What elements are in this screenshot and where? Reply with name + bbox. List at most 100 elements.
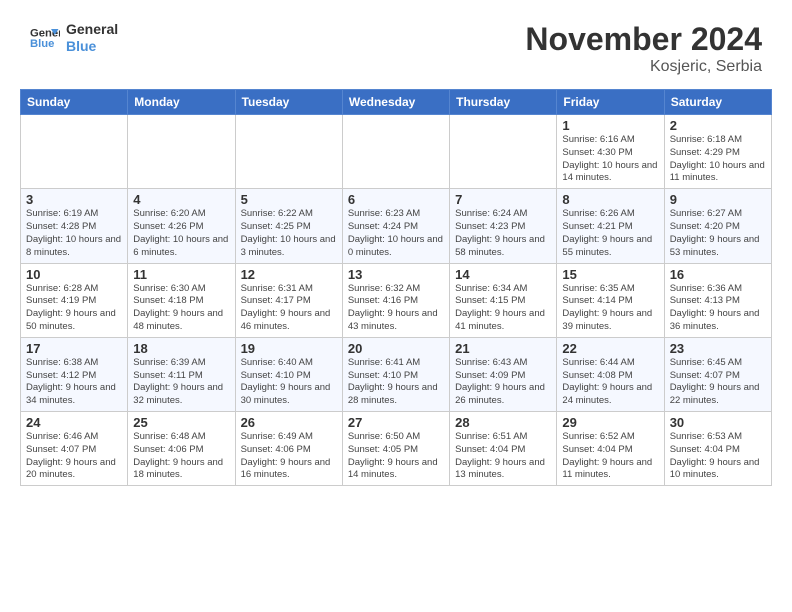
calendar-cell: 18Sunrise: 6:39 AM Sunset: 4:11 PM Dayli… bbox=[128, 337, 235, 411]
day-number: 19 bbox=[241, 341, 337, 356]
calendar-cell: 15Sunrise: 6:35 AM Sunset: 4:14 PM Dayli… bbox=[557, 263, 664, 337]
day-number: 15 bbox=[562, 267, 658, 282]
calendar-week-1: 1Sunrise: 6:16 AM Sunset: 4:30 PM Daylig… bbox=[21, 115, 772, 189]
calendar-cell: 12Sunrise: 6:31 AM Sunset: 4:17 PM Dayli… bbox=[235, 263, 342, 337]
day-number: 24 bbox=[26, 415, 122, 430]
calendar-cell: 8Sunrise: 6:26 AM Sunset: 4:21 PM Daylig… bbox=[557, 189, 664, 263]
day-number: 25 bbox=[133, 415, 229, 430]
day-info: Sunrise: 6:31 AM Sunset: 4:17 PM Dayligh… bbox=[241, 283, 337, 334]
page-title: November 2024 bbox=[525, 21, 762, 58]
day-info: Sunrise: 6:49 AM Sunset: 4:06 PM Dayligh… bbox=[241, 431, 337, 482]
calendar-cell: 17Sunrise: 6:38 AM Sunset: 4:12 PM Dayli… bbox=[21, 337, 128, 411]
calendar-cell: 30Sunrise: 6:53 AM Sunset: 4:04 PM Dayli… bbox=[664, 412, 771, 486]
header-friday: Friday bbox=[557, 90, 664, 115]
day-info: Sunrise: 6:48 AM Sunset: 4:06 PM Dayligh… bbox=[133, 431, 229, 482]
day-info: Sunrise: 6:44 AM Sunset: 4:08 PM Dayligh… bbox=[562, 357, 658, 408]
day-number: 4 bbox=[133, 192, 229, 207]
day-number: 2 bbox=[670, 118, 766, 133]
day-info: Sunrise: 6:39 AM Sunset: 4:11 PM Dayligh… bbox=[133, 357, 229, 408]
calendar-cell: 16Sunrise: 6:36 AM Sunset: 4:13 PM Dayli… bbox=[664, 263, 771, 337]
calendar-cell: 22Sunrise: 6:44 AM Sunset: 4:08 PM Dayli… bbox=[557, 337, 664, 411]
day-info: Sunrise: 6:19 AM Sunset: 4:28 PM Dayligh… bbox=[26, 208, 122, 259]
day-number: 5 bbox=[241, 192, 337, 207]
calendar-cell: 9Sunrise: 6:27 AM Sunset: 4:20 PM Daylig… bbox=[664, 189, 771, 263]
day-number: 17 bbox=[26, 341, 122, 356]
header-tuesday: Tuesday bbox=[235, 90, 342, 115]
calendar-cell: 26Sunrise: 6:49 AM Sunset: 4:06 PM Dayli… bbox=[235, 412, 342, 486]
calendar-cell: 29Sunrise: 6:52 AM Sunset: 4:04 PM Dayli… bbox=[557, 412, 664, 486]
day-number: 14 bbox=[455, 267, 551, 282]
day-info: Sunrise: 6:16 AM Sunset: 4:30 PM Dayligh… bbox=[562, 134, 658, 185]
day-info: Sunrise: 6:46 AM Sunset: 4:07 PM Dayligh… bbox=[26, 431, 122, 482]
title-block: November 2024 Kosjeric, Serbia bbox=[525, 21, 762, 76]
logo-text-blue: Blue bbox=[66, 38, 118, 55]
calendar-cell bbox=[450, 115, 557, 189]
header-sunday: Sunday bbox=[21, 90, 128, 115]
day-info: Sunrise: 6:52 AM Sunset: 4:04 PM Dayligh… bbox=[562, 431, 658, 482]
calendar-cell: 3Sunrise: 6:19 AM Sunset: 4:28 PM Daylig… bbox=[21, 189, 128, 263]
calendar-cell: 24Sunrise: 6:46 AM Sunset: 4:07 PM Dayli… bbox=[21, 412, 128, 486]
logo-icon: General Blue bbox=[30, 23, 60, 53]
calendar-cell: 4Sunrise: 6:20 AM Sunset: 4:26 PM Daylig… bbox=[128, 189, 235, 263]
day-number: 23 bbox=[670, 341, 766, 356]
svg-text:Blue: Blue bbox=[30, 38, 54, 50]
day-number: 22 bbox=[562, 341, 658, 356]
day-info: Sunrise: 6:20 AM Sunset: 4:26 PM Dayligh… bbox=[133, 208, 229, 259]
day-number: 3 bbox=[26, 192, 122, 207]
calendar-cell: 1Sunrise: 6:16 AM Sunset: 4:30 PM Daylig… bbox=[557, 115, 664, 189]
day-number: 1 bbox=[562, 118, 658, 133]
day-info: Sunrise: 6:24 AM Sunset: 4:23 PM Dayligh… bbox=[455, 208, 551, 259]
day-number: 13 bbox=[348, 267, 444, 282]
day-info: Sunrise: 6:50 AM Sunset: 4:05 PM Dayligh… bbox=[348, 431, 444, 482]
calendar-table: Sunday Monday Tuesday Wednesday Thursday… bbox=[20, 89, 772, 486]
calendar-week-2: 3Sunrise: 6:19 AM Sunset: 4:28 PM Daylig… bbox=[21, 189, 772, 263]
calendar-cell: 20Sunrise: 6:41 AM Sunset: 4:10 PM Dayli… bbox=[342, 337, 449, 411]
calendar-cell: 5Sunrise: 6:22 AM Sunset: 4:25 PM Daylig… bbox=[235, 189, 342, 263]
day-info: Sunrise: 6:38 AM Sunset: 4:12 PM Dayligh… bbox=[26, 357, 122, 408]
day-number: 20 bbox=[348, 341, 444, 356]
calendar-cell: 25Sunrise: 6:48 AM Sunset: 4:06 PM Dayli… bbox=[128, 412, 235, 486]
calendar-body: 1Sunrise: 6:16 AM Sunset: 4:30 PM Daylig… bbox=[21, 115, 772, 486]
calendar-week-3: 10Sunrise: 6:28 AM Sunset: 4:19 PM Dayli… bbox=[21, 263, 772, 337]
page-subtitle: Kosjeric, Serbia bbox=[525, 58, 762, 76]
header-saturday: Saturday bbox=[664, 90, 771, 115]
day-info: Sunrise: 6:27 AM Sunset: 4:20 PM Dayligh… bbox=[670, 208, 766, 259]
day-info: Sunrise: 6:35 AM Sunset: 4:14 PM Dayligh… bbox=[562, 283, 658, 334]
day-info: Sunrise: 6:40 AM Sunset: 4:10 PM Dayligh… bbox=[241, 357, 337, 408]
calendar-week-4: 17Sunrise: 6:38 AM Sunset: 4:12 PM Dayli… bbox=[21, 337, 772, 411]
day-number: 16 bbox=[670, 267, 766, 282]
calendar-cell: 10Sunrise: 6:28 AM Sunset: 4:19 PM Dayli… bbox=[21, 263, 128, 337]
day-info: Sunrise: 6:23 AM Sunset: 4:24 PM Dayligh… bbox=[348, 208, 444, 259]
day-number: 21 bbox=[455, 341, 551, 356]
day-info: Sunrise: 6:36 AM Sunset: 4:13 PM Dayligh… bbox=[670, 283, 766, 334]
calendar-week-5: 24Sunrise: 6:46 AM Sunset: 4:07 PM Dayli… bbox=[21, 412, 772, 486]
calendar-cell bbox=[21, 115, 128, 189]
header-row: Sunday Monday Tuesday Wednesday Thursday… bbox=[21, 90, 772, 115]
header-section: General Blue General Blue November 2024 … bbox=[0, 0, 792, 89]
calendar-cell: 2Sunrise: 6:18 AM Sunset: 4:29 PM Daylig… bbox=[664, 115, 771, 189]
day-number: 26 bbox=[241, 415, 337, 430]
logo-text-general: General bbox=[66, 21, 118, 38]
day-info: Sunrise: 6:43 AM Sunset: 4:09 PM Dayligh… bbox=[455, 357, 551, 408]
day-info: Sunrise: 6:53 AM Sunset: 4:04 PM Dayligh… bbox=[670, 431, 766, 482]
day-number: 6 bbox=[348, 192, 444, 207]
calendar-cell: 27Sunrise: 6:50 AM Sunset: 4:05 PM Dayli… bbox=[342, 412, 449, 486]
calendar-cell: 28Sunrise: 6:51 AM Sunset: 4:04 PM Dayli… bbox=[450, 412, 557, 486]
header: General Blue General Blue November 2024 … bbox=[10, 5, 782, 84]
day-number: 8 bbox=[562, 192, 658, 207]
header-thursday: Thursday bbox=[450, 90, 557, 115]
calendar-cell: 11Sunrise: 6:30 AM Sunset: 4:18 PM Dayli… bbox=[128, 263, 235, 337]
day-number: 30 bbox=[670, 415, 766, 430]
day-number: 12 bbox=[241, 267, 337, 282]
page-container: General Blue General Blue November 2024 … bbox=[0, 0, 792, 486]
day-number: 9 bbox=[670, 192, 766, 207]
day-info: Sunrise: 6:22 AM Sunset: 4:25 PM Dayligh… bbox=[241, 208, 337, 259]
day-info: Sunrise: 6:45 AM Sunset: 4:07 PM Dayligh… bbox=[670, 357, 766, 408]
calendar-cell: 14Sunrise: 6:34 AM Sunset: 4:15 PM Dayli… bbox=[450, 263, 557, 337]
day-info: Sunrise: 6:51 AM Sunset: 4:04 PM Dayligh… bbox=[455, 431, 551, 482]
header-wednesday: Wednesday bbox=[342, 90, 449, 115]
calendar-cell: 23Sunrise: 6:45 AM Sunset: 4:07 PM Dayli… bbox=[664, 337, 771, 411]
day-info: Sunrise: 6:28 AM Sunset: 4:19 PM Dayligh… bbox=[26, 283, 122, 334]
calendar-wrapper: Sunday Monday Tuesday Wednesday Thursday… bbox=[0, 89, 792, 486]
calendar-cell: 21Sunrise: 6:43 AM Sunset: 4:09 PM Dayli… bbox=[450, 337, 557, 411]
